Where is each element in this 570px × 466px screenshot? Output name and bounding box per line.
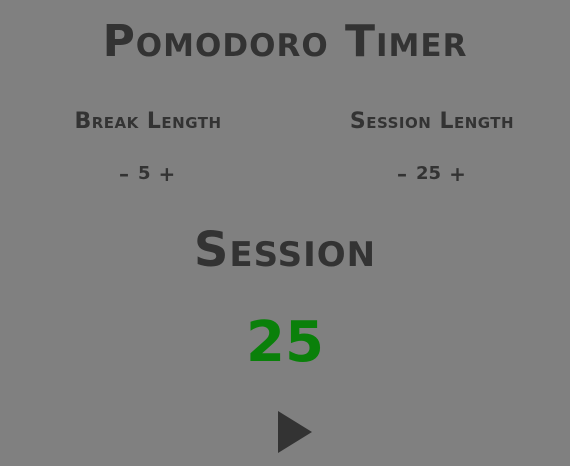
play-icon [278,411,312,453]
play-button[interactable] [276,409,314,455]
session-length-control: – 25 + [396,162,466,186]
timer-mode-label: Session [193,222,377,278]
session-decrement-button[interactable]: – [396,162,408,186]
session-length-value: 25 [416,163,442,184]
break-length-control: – 5 + [118,162,176,186]
session-length-label: Session Length [349,109,515,134]
page-title: Pomodoro Timer [102,16,468,67]
pomodoro-app: Pomodoro Timer Break Length Session Leng… [0,0,570,466]
break-decrement-button[interactable]: – [118,162,130,186]
session-increment-button[interactable]: + [449,162,466,186]
break-length-label: Break Length [74,109,222,134]
timer-display: 25 [246,310,324,375]
break-increment-button[interactable]: + [159,162,176,186]
break-length-value: 5 [138,163,151,184]
